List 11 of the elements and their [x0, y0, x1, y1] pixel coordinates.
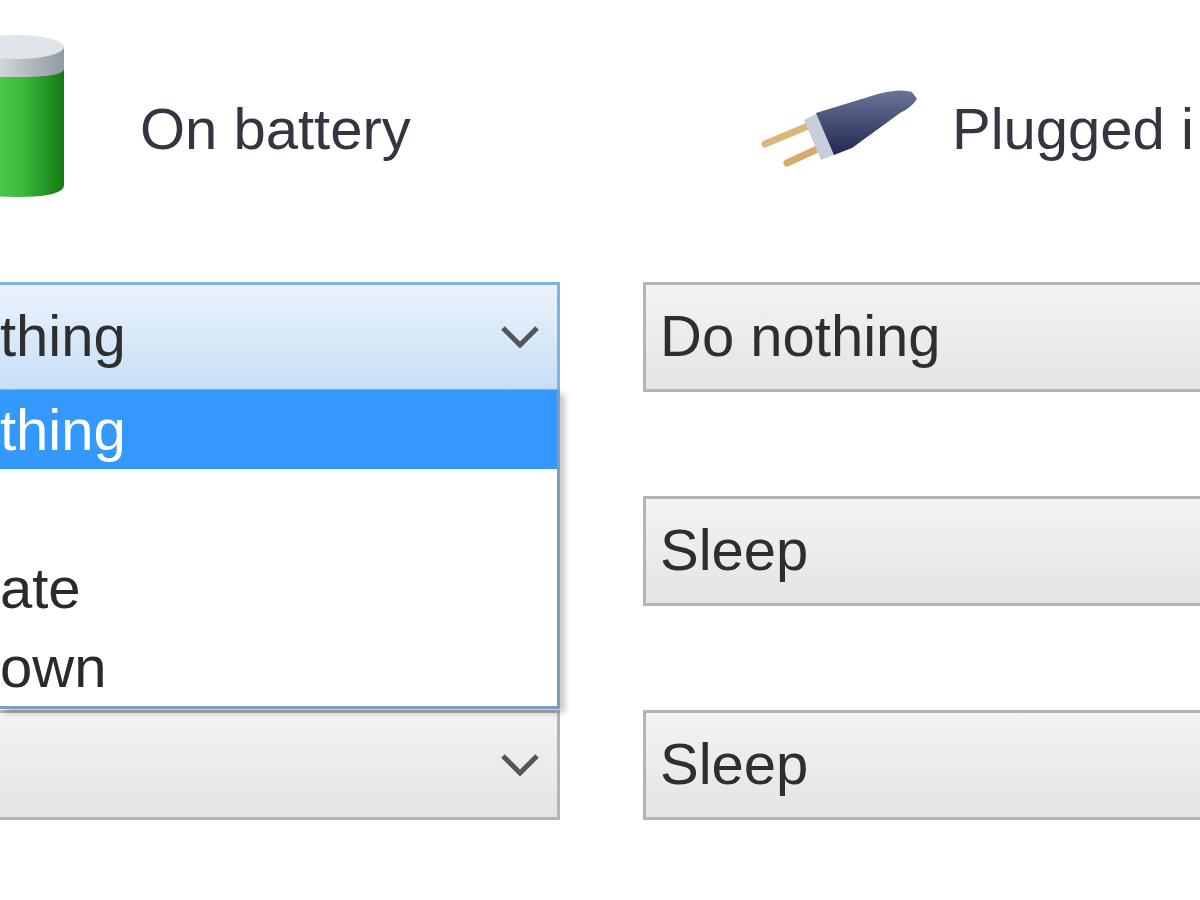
power-source-label: Plugged i [952, 94, 1194, 162]
dropdown[interactable]: Sleep [643, 496, 1200, 606]
dropdown[interactable] [0, 710, 560, 820]
power-source-label: On battery [140, 94, 411, 162]
chevron-down-icon [500, 753, 540, 777]
dropdown-option[interactable]: own [0, 627, 557, 706]
dropdown[interactable]: thing [0, 282, 560, 392]
dropdown[interactable]: Do nothing [643, 282, 1200, 392]
chevron-down-icon [500, 325, 540, 349]
dropdown[interactable]: Sleep [643, 710, 1200, 820]
dropdown-option[interactable]: ate [0, 548, 557, 627]
